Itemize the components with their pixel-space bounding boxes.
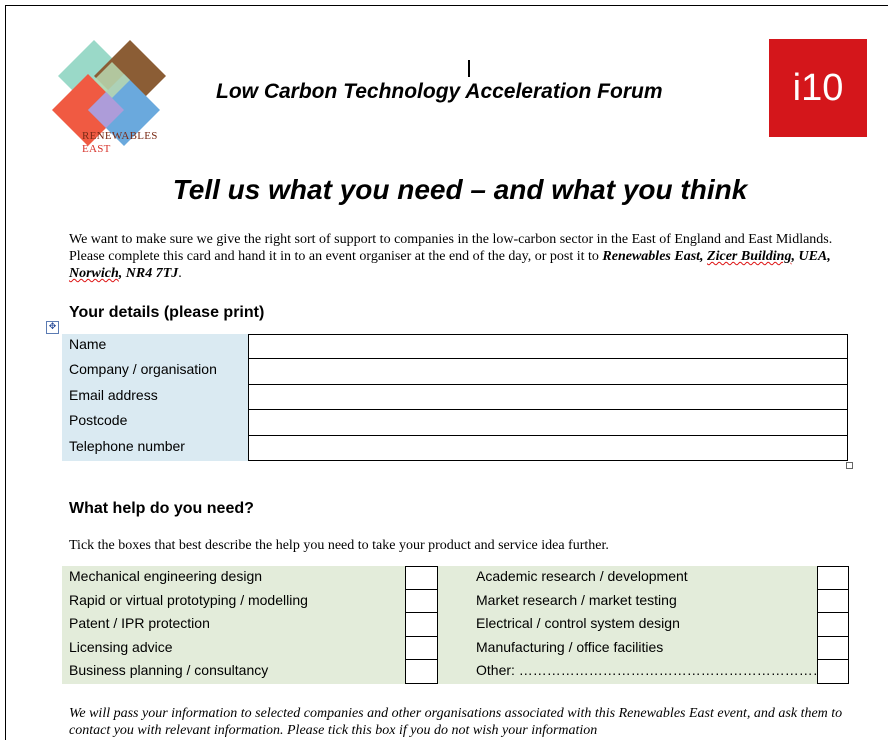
- field-label: Postcode: [62, 410, 248, 436]
- page-border-top: [5, 5, 888, 6]
- intro-paragraph: We want to make sure we give the right s…: [69, 231, 859, 282]
- email-field[interactable]: [248, 384, 848, 411]
- telephone-field[interactable]: [248, 435, 848, 461]
- details-heading: Your details (please print): [69, 304, 265, 321]
- checkbox-academic-research[interactable]: [817, 566, 849, 590]
- intro-end: .: [178, 266, 182, 281]
- help-instruction: Tick the boxes that best describe the he…: [69, 538, 609, 553]
- checkbox-mechanical-engineering[interactable]: [405, 566, 438, 590]
- checkbox-electrical-control[interactable]: [817, 613, 849, 637]
- logo-text-east: EAST: [82, 143, 111, 155]
- help-row: Mechanical engineering design Academic r…: [62, 566, 849, 590]
- details-row-postcode: Postcode: [62, 410, 848, 436]
- field-label: Name: [62, 334, 248, 360]
- address-part: , NR4 7TJ: [118, 266, 179, 281]
- checkbox-market-research[interactable]: [817, 589, 849, 614]
- help-row: Licensing advice Manufacturing / office …: [62, 636, 849, 661]
- address-part: , UEA,: [791, 249, 831, 264]
- checkbox-patent-ipr[interactable]: [405, 613, 438, 637]
- table-move-handle-icon[interactable]: ✥: [46, 321, 59, 334]
- address-part: Norwich: [69, 266, 119, 281]
- i10-badge: i10: [769, 39, 867, 137]
- field-label: Telephone number: [62, 435, 248, 461]
- address-part: Renewables East,: [602, 249, 708, 264]
- help-gap: [438, 589, 468, 614]
- details-row-name: Name: [62, 334, 848, 360]
- help-gap: [438, 613, 468, 637]
- help-option-label: Rapid or virtual prototyping / modelling: [62, 589, 405, 614]
- help-option-label: Other: …………………………………………………………………………………: [468, 660, 817, 684]
- checkbox-prototyping[interactable]: [405, 589, 438, 614]
- details-row-email: Email address: [62, 384, 848, 411]
- help-option-label: Manufacturing / office facilities: [468, 636, 817, 661]
- table-resize-handle[interactable]: [846, 462, 853, 469]
- details-row-company: Company / organisation: [62, 359, 848, 385]
- help-option-label: Patent / IPR protection: [62, 613, 405, 637]
- help-option-label: Academic research / development: [468, 566, 817, 590]
- forum-title: Low Carbon Technology Acceleration Forum: [216, 80, 663, 103]
- help-gap: [438, 566, 468, 590]
- checkbox-manufacturing[interactable]: [817, 636, 849, 661]
- help-option-label: Market research / market testing: [468, 589, 817, 614]
- details-row-telephone: Telephone number: [62, 435, 848, 461]
- privacy-note: We will pass your information to selecte…: [69, 706, 843, 738]
- details-table: Name Company / organisation Email addres…: [62, 334, 848, 461]
- renewables-east-logo: [52, 40, 166, 146]
- help-row: Business planning / consultancy Other: ……: [62, 660, 849, 684]
- help-option-label: Business planning / consultancy: [62, 660, 405, 684]
- postcode-field[interactable]: [248, 410, 848, 436]
- field-label: Company / organisation: [62, 359, 248, 385]
- help-option-label: Mechanical engineering design: [62, 566, 405, 590]
- address-part: Zicer Building: [707, 249, 792, 264]
- logo-text-renewables: RENEWABLES: [82, 130, 158, 142]
- help-heading: What help do you need?: [69, 500, 254, 517]
- field-label: Email address: [62, 384, 248, 411]
- page-border-left: [5, 5, 6, 740]
- name-field[interactable]: [248, 334, 848, 360]
- checkbox-other[interactable]: [817, 660, 849, 684]
- help-gap: [438, 660, 468, 684]
- help-row: Patent / IPR protection Electrical / con…: [62, 613, 849, 637]
- page-title: Tell us what you need – and what you thi…: [172, 174, 748, 205]
- help-row: Rapid or virtual prototyping / modelling…: [62, 589, 849, 614]
- help-option-label: Electrical / control system design: [468, 613, 817, 637]
- help-option-label: Licensing advice: [62, 636, 405, 661]
- text-cursor: [468, 60, 470, 77]
- company-field[interactable]: [248, 359, 848, 385]
- checkbox-licensing[interactable]: [405, 636, 438, 661]
- checkbox-business-planning[interactable]: [405, 660, 438, 684]
- help-gap: [438, 636, 468, 661]
- help-table: Mechanical engineering design Academic r…: [62, 566, 849, 684]
